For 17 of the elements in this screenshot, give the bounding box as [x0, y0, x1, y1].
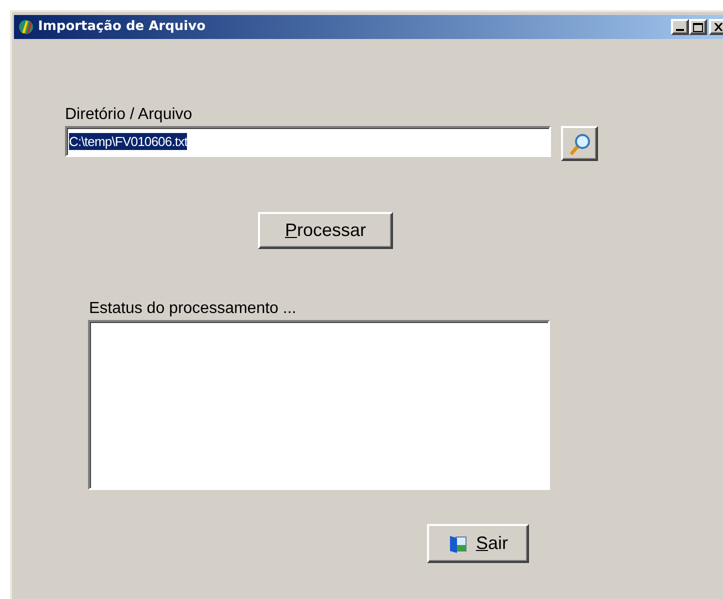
minimize-button[interactable]: [671, 19, 689, 35]
minimize-icon: [676, 29, 684, 31]
search-icon: [568, 132, 592, 156]
file-path-field[interactable]: C:\temp\FV010606.txt: [65, 126, 551, 157]
browse-button[interactable]: [561, 126, 598, 161]
field-label: Diretório / Arquivo: [65, 106, 194, 124]
close-icon: [714, 23, 722, 31]
window-title: Importação de Arquivo: [38, 18, 206, 36]
door-icon: [448, 534, 468, 554]
app-icon: [17, 18, 35, 36]
maximize-button[interactable]: [689, 19, 707, 35]
status-label: Estatus do processamento ...: [89, 300, 298, 318]
exit-button[interactable]: Sair: [427, 524, 529, 563]
process-button[interactable]: Processar: [258, 212, 393, 249]
file-path-text: C:\temp\FV010606.txt: [69, 133, 188, 150]
close-button[interactable]: [709, 19, 723, 35]
maximize-icon: [693, 22, 703, 32]
